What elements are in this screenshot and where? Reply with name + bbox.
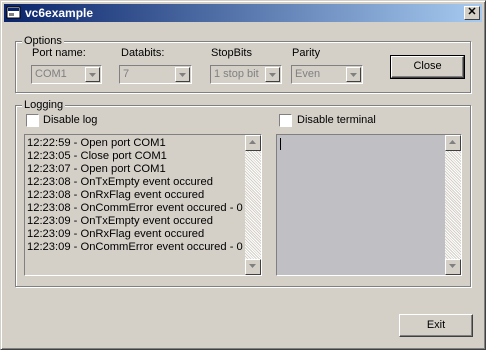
log-line: 12:23:09 - OnTxEmpty event occured	[27, 215, 213, 227]
main-window: vc6example ✕ Options Port name: COM1 Dat…	[0, 0, 486, 350]
exit-button-label: Exit	[426, 319, 446, 331]
stopbits-combo[interactable]: 1 stop bit	[210, 65, 282, 84]
stopbits-value: 1 stop bit	[214, 68, 259, 80]
stopbits-label: StopBits	[211, 47, 252, 59]
log-scrollbar[interactable]	[245, 135, 261, 275]
databits-label: Databits:	[121, 47, 165, 59]
scroll-up-button[interactable]	[245, 135, 261, 151]
exit-button[interactable]: Exit	[399, 314, 473, 337]
logging-group-label: Logging	[22, 99, 66, 111]
close-button[interactable]: Close	[390, 55, 465, 79]
close-button-label: Close	[413, 60, 442, 72]
port-name-combo[interactable]: COM1	[31, 65, 102, 84]
log-line: 12:23:07 - Open port COM1	[27, 163, 166, 175]
databits-value: 7	[123, 68, 130, 80]
parity-value: Even	[295, 68, 321, 80]
chevron-down-icon[interactable]	[265, 67, 280, 82]
chevron-down-icon[interactable]	[346, 67, 361, 82]
terminal-area[interactable]	[276, 134, 462, 276]
scroll-down-button[interactable]	[245, 259, 261, 275]
chevron-down-icon[interactable]	[85, 67, 100, 82]
log-line: 12:23:05 - Close port COM1	[27, 150, 167, 162]
databits-combo[interactable]: 7	[119, 65, 192, 84]
log-line: 12:23:09 - OnRxFlag event occured	[27, 228, 205, 240]
log-lines: 12:22:59 - Open port COM1 12:23:05 - Clos…	[27, 137, 243, 254]
parity-combo[interactable]: Even	[291, 65, 363, 84]
log-line: 12:23:09 - OnCommError event occured - 0	[27, 241, 243, 253]
port-name-value: COM1	[35, 68, 67, 80]
terminal-scrollbar[interactable]	[445, 135, 461, 275]
window-title: vc6example	[25, 6, 94, 20]
title-bar[interactable]: vc6example ✕	[4, 4, 482, 22]
scroll-down-button[interactable]	[445, 259, 461, 275]
log-listbox[interactable]: 12:22:59 - Open port COM1 12:23:05 - Clos…	[24, 134, 262, 276]
parity-label: Parity	[292, 47, 321, 59]
disable-log-label: Disable log	[43, 114, 98, 126]
log-line: 12:22:59 - Open port COM1	[27, 137, 166, 149]
app-icon	[6, 6, 21, 19]
log-line: 12:23:08 - OnCommError event occured - 0	[27, 202, 243, 214]
disable-terminal-label: Disable terminal	[297, 114, 376, 126]
disable-log-checkbox[interactable]	[26, 114, 39, 127]
log-line: 12:23:08 - OnRxFlag event occured	[27, 189, 205, 201]
disable-terminal-checkbox[interactable]	[279, 114, 292, 127]
options-group-label: Options	[22, 35, 64, 47]
scroll-up-button[interactable]	[445, 135, 461, 151]
chevron-down-icon[interactable]	[175, 67, 190, 82]
log-line: 12:23:08 - OnTxEmpty event occured	[27, 176, 213, 188]
text-caret	[280, 138, 281, 150]
close-icon: ✕	[467, 6, 477, 18]
port-name-label: Port name:	[32, 47, 86, 59]
window-close-button[interactable]: ✕	[464, 6, 480, 20]
